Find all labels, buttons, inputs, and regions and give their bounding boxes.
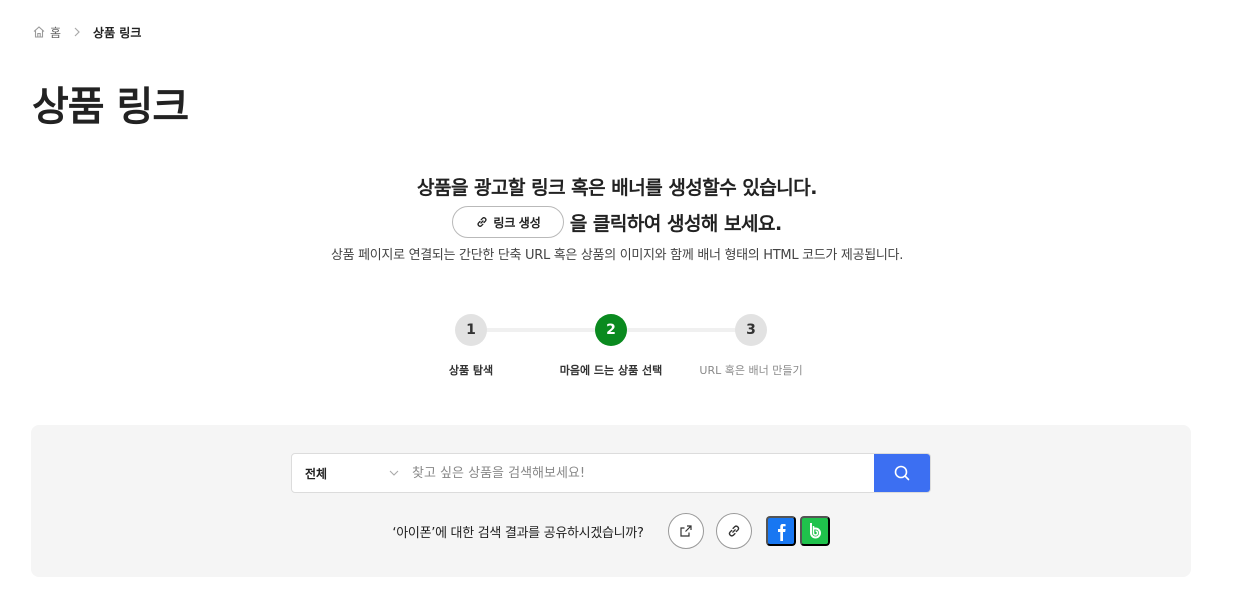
step-2-number: 2 (595, 314, 627, 346)
step-3-label: URL 혹은 배너 만들기 (699, 364, 803, 377)
search-icon (893, 464, 911, 482)
share-external-button[interactable] (667, 513, 704, 549)
intro-instruction-text: 을 클릭하여 생성해 보세요. (569, 212, 782, 235)
external-link-icon (679, 524, 693, 538)
step-2-label: 마음에 드는 상품 선택 (559, 364, 663, 377)
link-generate-button[interactable]: 링크 생성 (452, 206, 564, 238)
page-title: 상품 링크 (32, 84, 189, 130)
step-3-number: 3 (735, 314, 767, 346)
search-button[interactable] (874, 454, 930, 492)
link-icon (475, 215, 489, 229)
step-1-label: 상품 탐색 (448, 364, 494, 377)
link-generate-label: 링크 생성 (493, 215, 541, 230)
intro-description: 상품 페이지로 연결되는 간단한 단축 URL 혹은 상품의 이미지와 함께 배… (330, 248, 904, 263)
step-3: 3 URL 혹은 배너 만들기 (681, 314, 821, 378)
intro-headline: 상품을 광고할 링크 혹은 배너를 생성할수 있습니다. (417, 177, 818, 199)
chevron-down-icon (388, 467, 400, 479)
category-select-value: 전체 (305, 466, 328, 481)
copy-link-button[interactable] (715, 513, 752, 549)
category-select[interactable]: 전체 (292, 454, 408, 492)
home-icon[interactable] (32, 25, 46, 39)
chevron-right-icon (73, 27, 81, 37)
share-row: ‘아이폰’에 대한 검색 결과를 공유하시겠습니까? (31, 513, 1191, 549)
search-box: 전체 (291, 453, 931, 493)
link-icon (726, 523, 742, 539)
step-2: 2 마음에 드는 상품 선택 (541, 314, 681, 378)
progress-stepper: 1 상품 탐색 2 마음에 드는 상품 선택 3 URL 혹은 배너 만들기 (0, 314, 1234, 384)
search-panel: 전체 ‘아이폰’에 대한 검색 결과를 공유하시겠습니까? (31, 425, 1191, 577)
breadcrumb: 홈 상품 링크 (32, 24, 141, 40)
intro-instruction: 링크 생성 을 클릭하여 생성해 보세요. (0, 206, 1234, 238)
band-icon (804, 520, 826, 542)
intro-section: 상품을 광고할 링크 혹은 배너를 생성할수 있습니다. 링크 생성 을 클릭하… (0, 174, 1234, 263)
facebook-share-button[interactable] (765, 516, 796, 546)
step-1: 1 상품 탐색 (401, 314, 541, 378)
band-share-button[interactable] (799, 516, 830, 546)
share-prompt: ‘아이폰’에 대한 검색 결과를 공유하시겠습니까? (392, 525, 644, 541)
breadcrumb-current: 상품 링크 (93, 25, 142, 40)
breadcrumb-home-link[interactable]: 홈 (50, 24, 61, 41)
search-input[interactable] (408, 454, 874, 492)
facebook-icon (772, 520, 790, 542)
step-1-number: 1 (455, 314, 487, 346)
